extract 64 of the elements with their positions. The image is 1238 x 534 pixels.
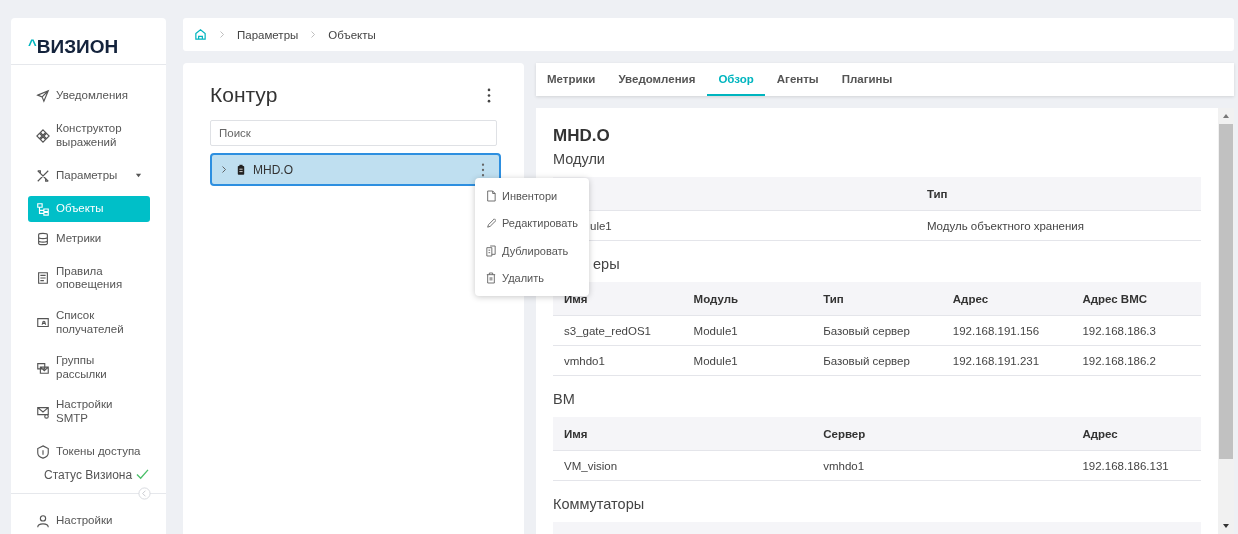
table-cell: 192.168.186.131 [1071, 451, 1201, 481]
section-title: еры [592, 256, 621, 272]
sidebar-label: Метрики [56, 231, 103, 246]
sidebar-label: Токены доступа [56, 445, 142, 459]
section-title: ВМ [553, 391, 576, 407]
sidebar-label: Настройки SMTP [56, 398, 114, 426]
table-cell: 192.168.191.156 [941, 316, 1072, 346]
menu-item[interactable]: Редактировать [475, 209, 589, 237]
sidebar-label: Конструктор выражений [56, 122, 123, 150]
tab[interactable]: Метрики [547, 63, 596, 96]
column-header: Адрес [951, 292, 990, 307]
menu-item[interactable]: Дублировать [475, 237, 589, 265]
column-header: Имя [563, 427, 589, 442]
column-header: Адрес BMC [1081, 292, 1149, 307]
sidebar-label: Объекты [56, 201, 105, 216]
sidebar-label: Правила оповещения [56, 264, 124, 293]
column-header: Адрес [1081, 427, 1119, 442]
table-cell: Базовый сервер [812, 346, 942, 376]
sidebar-label: Уведомления [56, 89, 129, 103]
column-header: Тип [925, 187, 949, 202]
panel-title: Контур [210, 83, 278, 107]
column-header: Сервер [822, 427, 867, 442]
table-cell: vmhdo1 [553, 346, 683, 376]
sidebar-item[interactable]: Правила оповещения [28, 260, 150, 297]
table-cell: VM_vision [553, 451, 813, 481]
section-title: Модули [553, 151, 606, 167]
sidebar-item[interactable]: Токены доступа [28, 438, 150, 465]
sidebar-item[interactable]: Настройки SMTP [28, 394, 150, 430]
table-cell: Module1 [682, 346, 813, 376]
breadcrumb-link[interactable]: Объекты [328, 28, 376, 41]
sidebar-item[interactable]: Метрики [28, 225, 150, 252]
sidebar-label: Группы рассылки [56, 353, 108, 382]
logo: ^ВИЗИОН [27, 35, 120, 59]
table-cell: 192.168.191.231 [941, 346, 1072, 376]
table-cell: Базовый сервер [812, 316, 942, 346]
sidebar-label: Параметры [56, 168, 119, 183]
object-title: MHD.O [553, 126, 611, 146]
search-field[interactable]: Поиск [210, 120, 497, 146]
breadcrumb-link[interactable]: Параметры [237, 28, 299, 41]
sidebar-item[interactable]: Настройки [28, 507, 150, 534]
tab[interactable]: Плагины [841, 63, 893, 96]
column-header: Тип [822, 292, 845, 307]
column-header: Имя [563, 292, 589, 307]
table-cell: 192.168.186.3 [1071, 316, 1201, 346]
sidebar-item[interactable]: Список получателей [28, 305, 150, 341]
section-title: Коммутаторы [553, 496, 646, 512]
sidebar-item[interactable]: Группы рассылки [28, 349, 150, 386]
tree-node[interactable]: MHD.O [210, 153, 501, 186]
table-cell: Module1 [682, 316, 813, 346]
sidebar-label: Настройки [56, 514, 114, 528]
sidebar-item[interactable]: Уведомления [28, 83, 150, 109]
table-cell: Модуль объектного хранения [915, 211, 1201, 241]
table-cell: vmhdo1 [812, 451, 1072, 481]
sidebar-item[interactable]: Конструктор выражений [28, 118, 150, 154]
status-label: Статус Визиона [44, 467, 133, 482]
node-label: MHD.O [253, 162, 294, 177]
table-cell: 192.168.186.2 [1071, 346, 1201, 376]
tab[interactable]: Агенты [776, 63, 819, 96]
menu-item[interactable]: Удалить [475, 264, 589, 292]
sidebar-label: Список получателей [56, 309, 125, 337]
table-cell: s3_gate_redOS1 [553, 316, 683, 346]
sidebar-item[interactable]: Параметры [28, 162, 150, 189]
column-header: Модуль [692, 292, 740, 307]
tab[interactable]: Уведомления [618, 63, 696, 96]
